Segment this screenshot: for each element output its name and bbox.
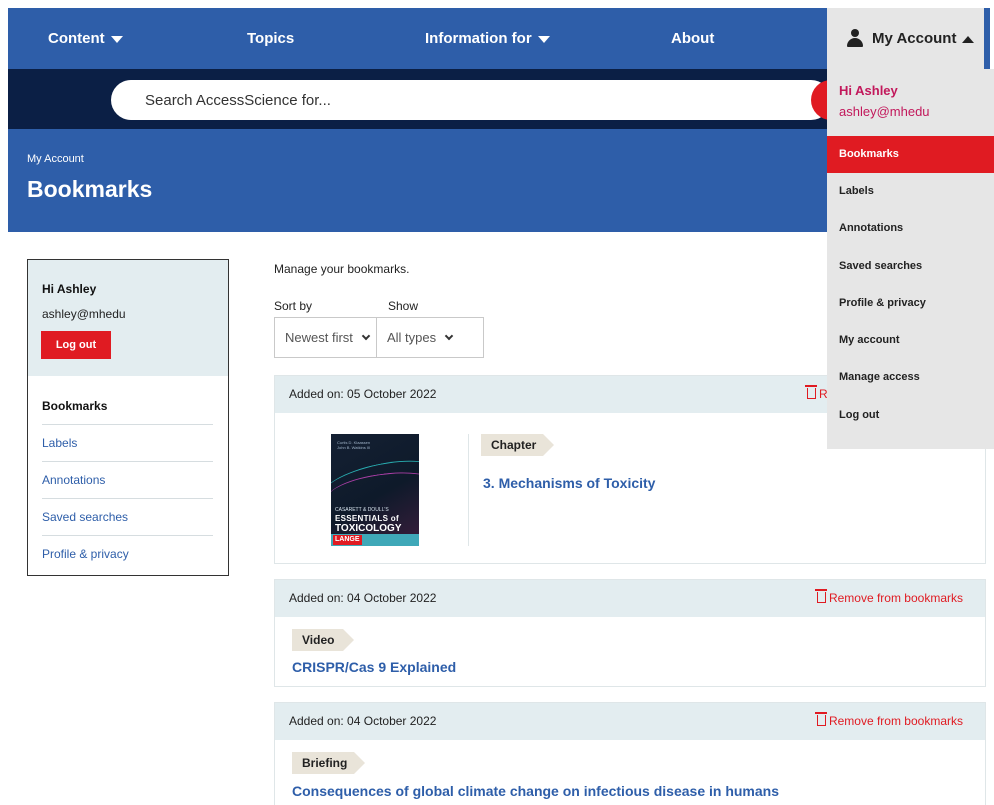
dropdown-item-bookmarks[interactable]: Bookmarks [827,136,994,173]
sidebar-email: ashley@mhedu [42,307,126,321]
bookmark-title-link[interactable]: Consequences of global climate change on… [292,783,779,799]
bookmark-title-link[interactable]: 3. Mechanisms of Toxicity [483,475,655,491]
bookmark-card: Added on: 04 October 2022 Remove from bo… [274,579,986,687]
trash-icon [814,589,827,603]
content-type-badge: Video [292,629,354,651]
cover-authors: Curtis D. Klaassen John B. Watkins III [337,440,371,450]
content-type-badge: Briefing [292,752,365,774]
dropdown-email: ashley@mhedu [839,104,930,119]
show-value: All types [387,330,437,345]
nav-about-link[interactable]: About [671,8,714,69]
caret-down-icon [110,35,123,43]
book-cover-image[interactable]: Curtis D. Klaassen John B. Watkins III C… [331,434,419,546]
caret-up-icon [962,35,975,43]
nav-edge [984,8,990,69]
bookmark-card-header: Added on: 04 October 2022 Remove from bo… [275,703,985,740]
sidebar-user-panel: Hi Ashley ashley@mhedu Log out [28,260,228,376]
remove-bookmark-label: Remove from bookmarks [828,714,963,728]
sort-select[interactable]: Newest first [274,317,377,358]
cover-line2: ESSENTIALS of [335,514,399,523]
sort-label: Sort by [274,299,313,313]
bookmark-card: Added on: 04 October 2022 Remove from bo… [274,702,986,805]
caret-down-icon [537,35,550,43]
intro-text: Manage your bookmarks. [274,262,410,276]
account-sidebar: Hi Ashley ashley@mhedu Log out Bookmarks… [27,259,229,576]
divider [468,434,469,546]
dropdown-item-log-out[interactable]: Log out [827,397,994,434]
bookmark-added-date: Added on: 05 October 2022 [289,387,437,401]
search-input[interactable] [111,80,831,120]
sidebar-item-annotations[interactable]: Annotations [42,462,213,499]
sidebar-item-bookmarks[interactable]: Bookmarks [42,388,213,425]
bookmark-added-date: Added on: 04 October 2022 [289,591,437,605]
remove-bookmark-button[interactable]: Remove from bookmarks [814,580,963,617]
dropdown-item-labels[interactable]: Labels [827,173,994,210]
show-select[interactable]: All types [376,317,484,358]
sidebar-menu: Bookmarks Labels Annotations Saved searc… [42,388,213,573]
bookmark-title-link[interactable]: CRISPR/Cas 9 Explained [292,659,456,675]
show-label: Show [388,299,419,313]
cover-line1: CASARETT & DOULL'S [335,507,389,513]
trash-icon [805,385,817,399]
dropdown-item-my-account[interactable]: My account [827,322,994,359]
dropdown-item-annotations[interactable]: Annotations [827,210,994,247]
dropdown-item-profile-privacy[interactable]: Profile & privacy [827,285,994,322]
dropdown-item-saved-searches[interactable]: Saved searches [827,248,994,285]
breadcrumb[interactable]: My Account [27,153,84,165]
remove-bookmark-button[interactable]: R [805,376,828,413]
nav-topics-link[interactable]: Topics [247,8,294,69]
bookmark-card-header: Added on: 04 October 2022 Remove from bo… [275,580,985,617]
nav-information-for-label: Information for [425,30,532,47]
page-title: Bookmarks [27,176,153,202]
my-account-label: My Account [872,8,975,69]
remove-bookmark-label: Remove from bookmarks [828,591,963,605]
nav-content-menu[interactable]: Content [48,8,123,69]
my-account-text: My Account [872,30,957,47]
sidebar-item-saved-searches[interactable]: Saved searches [42,499,213,536]
chevron-down-icon [361,331,371,341]
nav-information-for-menu[interactable]: Information for [425,8,550,69]
logout-button[interactable]: Log out [41,331,111,359]
dropdown-greeting: Hi Ashley [839,83,898,98]
sidebar-item-profile-privacy[interactable]: Profile & privacy [42,536,213,573]
chevron-down-icon [444,331,454,341]
cover-imprint: LANGE [333,535,362,545]
dropdown-item-manage-access[interactable]: Manage access [827,359,994,396]
trash-icon [814,712,827,726]
remove-bookmark-button[interactable]: Remove from bookmarks [814,703,963,740]
sidebar-item-labels[interactable]: Labels [42,425,213,462]
cover-line3: TOXICOLOGY [335,523,402,534]
nav-content-label: Content [48,30,105,47]
my-account-menu-button[interactable]: My Account [827,8,990,69]
content-type-badge: Chapter [481,434,554,456]
sidebar-greeting: Hi Ashley [42,282,97,296]
account-dropdown-menu: Hi Ashley ashley@mhedu Bookmarks Labels … [827,69,994,449]
sort-value: Newest first [285,330,353,345]
user-icon [847,29,863,47]
bookmark-added-date: Added on: 04 October 2022 [289,714,437,728]
